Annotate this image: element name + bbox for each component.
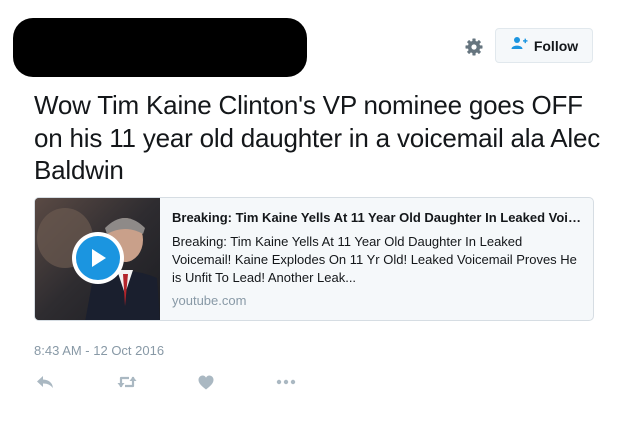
retweet-icon[interactable] — [115, 372, 139, 392]
gear-icon[interactable] — [463, 36, 485, 58]
card-thumbnail — [35, 198, 160, 320]
follow-button[interactable]: Follow — [495, 28, 593, 63]
link-card[interactable]: Breaking: Tim Kaine Yells At 11 Year Old… — [34, 197, 594, 321]
like-icon[interactable] — [196, 372, 216, 392]
card-description: Breaking: Tim Kaine Yells At 11 Year Old… — [172, 234, 577, 285]
card-domain: youtube.com — [172, 293, 247, 308]
tweet-text: Wow Tim Kaine Clinton's VP nominee goes … — [34, 90, 601, 185]
redacted-account-name — [13, 18, 307, 77]
follow-label: Follow — [533, 37, 579, 54]
reply-icon[interactable] — [34, 372, 56, 392]
play-icon[interactable] — [72, 232, 124, 284]
tweet-timestamp[interactable]: 8:43 AM - 12 Oct 2016 — [34, 343, 164, 358]
card-title: Breaking: Tim Kaine Yells At 11 Year Old… — [172, 210, 582, 225]
more-icon[interactable] — [275, 372, 297, 392]
add-user-icon — [510, 36, 528, 55]
